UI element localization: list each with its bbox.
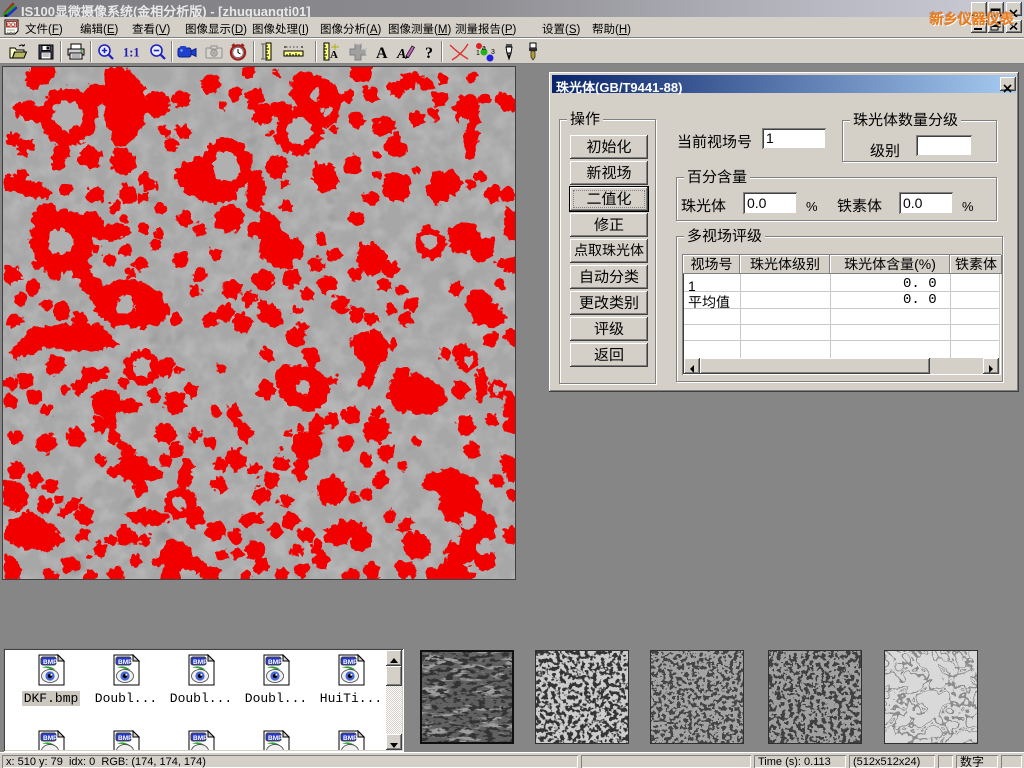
svg-text:a: a	[482, 45, 486, 52]
svg-text:BMP: BMP	[43, 735, 58, 742]
svg-text:BMP: BMP	[343, 735, 358, 742]
svg-text:A: A	[396, 47, 406, 62]
svg-text:BMP: BMP	[268, 659, 283, 666]
svg-text:1: 1	[476, 50, 480, 57]
svg-text:BMP: BMP	[343, 659, 358, 666]
svg-text:A: A	[376, 45, 388, 62]
svg-text:DOC: DOC	[7, 23, 19, 29]
svg-text:BMP: BMP	[193, 659, 208, 666]
svg-text:BMP: BMP	[118, 659, 133, 666]
svg-text:BMP: BMP	[118, 735, 133, 742]
svg-text:BMP: BMP	[268, 735, 283, 742]
svg-text:A: A	[330, 49, 338, 61]
svg-text:?: ?	[425, 45, 433, 62]
svg-text:BMP: BMP	[193, 735, 208, 742]
svg-text:BMP: BMP	[43, 659, 58, 666]
svg-text:1:1: 1:1	[123, 46, 140, 60]
svg-text:3: 3	[491, 49, 495, 56]
